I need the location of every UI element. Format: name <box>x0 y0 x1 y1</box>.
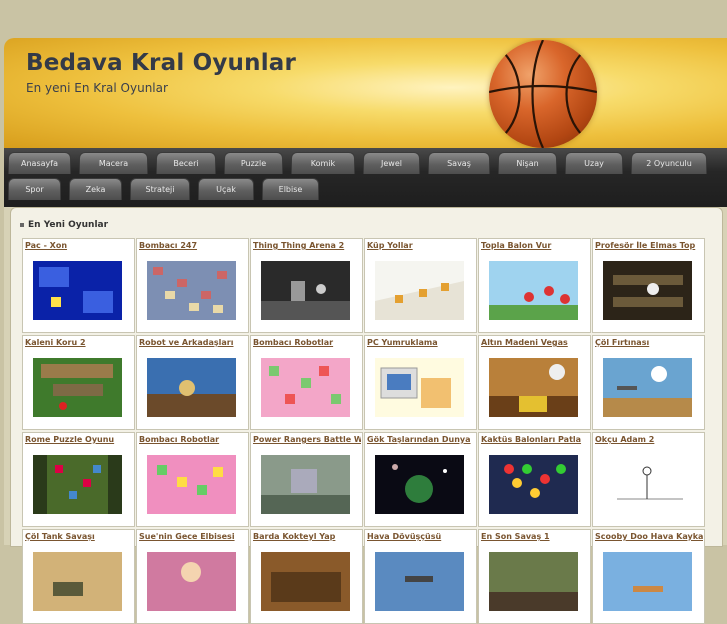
nav-tab-puzzle[interactable]: Puzzle <box>224 152 283 174</box>
nav-tab-anasayfa[interactable]: Anasayfa <box>8 152 71 174</box>
gok-taslari-thumbnail[interactable] <box>375 455 464 514</box>
okcu-adam-thumbnail[interactable] <box>603 455 692 514</box>
game-card[interactable]: Bombacı Robotlar <box>250 335 363 430</box>
game-card[interactable]: Çöl Tank Savaşı <box>22 529 135 624</box>
profesor-elmas-thumbnail[interactable] <box>603 261 692 320</box>
nav-tab-elbise[interactable]: Elbise <box>262 178 319 200</box>
game-title-link[interactable]: Rome Puzzle Oyunu <box>25 435 133 444</box>
section-title: En Yeni Oyunlar <box>20 220 108 230</box>
pc-yumruklama-thumbnail[interactable] <box>375 358 464 417</box>
game-card[interactable]: Thing Thing Arena 2 <box>250 238 363 333</box>
game-title-link[interactable]: Scooby Doo Hava Kaykayı <box>595 532 703 541</box>
game-card[interactable]: Kaktüs Balonları Patla <box>478 432 591 527</box>
site-subtitle: En yeni En Kral Oyunlar <box>26 81 168 95</box>
barda-kokteyl-thumbnail[interactable] <box>261 552 350 611</box>
power-rangers-thumbnail[interactable] <box>261 455 350 514</box>
nav-tab-komik[interactable]: Komik <box>291 152 355 174</box>
sue-elbise-thumbnail[interactable] <box>147 552 236 611</box>
col-tank-thumbnail[interactable] <box>33 552 122 611</box>
game-card[interactable]: Bombacı Robotlar <box>136 432 249 527</box>
game-title-link[interactable]: Hava Dövüşçüsü <box>367 532 475 541</box>
game-title-link[interactable]: Altın Madeni Vegas <box>481 338 589 347</box>
nav-tab-strateji[interactable]: Strateji <box>130 178 190 200</box>
bullet-icon <box>20 222 24 227</box>
game-title-link[interactable]: Power Rangers Battle Wor <box>253 435 361 444</box>
game-card[interactable]: Topla Balon Vur <box>478 238 591 333</box>
en-son-savas-thumbnail[interactable] <box>489 552 578 611</box>
game-card[interactable]: En Son Savaş 1 <box>478 529 591 624</box>
game-card[interactable]: Kaleni Koru 2 <box>22 335 135 430</box>
game-title-link[interactable]: Profesör İle Elmas Top <box>595 241 703 250</box>
game-title-link[interactable]: Sue'nin Gece Elbisesi <box>139 532 247 541</box>
nav-row-1: Anasayfa Macera Beceri Puzzle Komik Jewel Sava… <box>8 152 715 174</box>
game-title-link[interactable]: Bombacı 247 <box>139 241 247 250</box>
game-card[interactable]: Küp Yollar <box>364 238 477 333</box>
bombaci-247-thumbnail[interactable] <box>147 261 236 320</box>
basketball-image <box>489 40 597 148</box>
game-card[interactable]: Bombacı 247 <box>136 238 249 333</box>
game-title-link[interactable]: Çöl Tank Savaşı <box>25 532 133 541</box>
topla-balon-vur-thumbnail[interactable] <box>489 261 578 320</box>
section-title-text: En Yeni Oyunlar <box>28 220 109 230</box>
game-card[interactable]: Barda Kokteyl Yap <box>250 529 363 624</box>
game-title-link[interactable]: Barda Kokteyl Yap <box>253 532 361 541</box>
scooby-doo-thumbnail[interactable] <box>603 552 692 611</box>
rome-puzzle-thumbnail[interactable] <box>33 455 122 514</box>
game-card[interactable]: Rome Puzzle Oyunu <box>22 432 135 527</box>
main-navigation: Anasayfa Macera Beceri Puzzle Komik Jewel Sava… <box>4 148 727 207</box>
nav-tab-jewel[interactable]: Jewel <box>363 152 420 174</box>
game-card[interactable]: Gök Taşlarından Dunya <box>364 432 477 527</box>
game-card[interactable]: PC Yumruklama <box>364 335 477 430</box>
hava-dovuscusu-thumbnail[interactable] <box>375 552 464 611</box>
nav-tab-ni-an[interactable]: Nişan <box>498 152 557 174</box>
game-title-link[interactable]: PC Yumruklama <box>367 338 475 347</box>
thing-thing-arena-thumbnail[interactable] <box>261 261 350 320</box>
game-card[interactable]: Pac - Xon <box>22 238 135 333</box>
pac-xon-thumbnail[interactable] <box>33 261 122 320</box>
game-card[interactable]: Profesör İle Elmas Top <box>592 238 705 333</box>
col-firtinasi-thumbnail[interactable] <box>603 358 692 417</box>
game-card[interactable]: Sue'nin Gece Elbisesi <box>136 529 249 624</box>
kup-yollar-thumbnail[interactable] <box>375 261 464 320</box>
nav-tab-spor[interactable]: Spor <box>8 178 61 200</box>
game-title-link[interactable]: Gök Taşlarından Dunya <box>367 435 475 444</box>
game-card[interactable]: Çöl Fırtınası <box>592 335 705 430</box>
nav-tab-uzay[interactable]: Uzay <box>565 152 623 174</box>
bombaci-robotlar-thumbnail[interactable] <box>261 358 350 417</box>
game-title-link[interactable]: Küp Yollar <box>367 241 475 250</box>
site-title[interactable]: Bedava Kral Oyunlar <box>26 50 296 76</box>
game-card[interactable]: Scooby Doo Hava Kaykayı <box>592 529 705 624</box>
game-title-link[interactable]: Pac - Xon <box>25 241 133 250</box>
nav-tab-2-oyunculu[interactable]: 2 Oyunculu <box>631 152 707 174</box>
game-title-link[interactable]: Topla Balon Vur <box>481 241 589 250</box>
game-title-link[interactable]: Okçu Adam 2 <box>595 435 703 444</box>
game-title-link[interactable]: Kaktüs Balonları Patla <box>481 435 589 444</box>
robot-arkadaslari-thumbnail[interactable] <box>147 358 236 417</box>
game-title-link[interactable]: Kaleni Koru 2 <box>25 338 133 347</box>
game-title-link[interactable]: Bombacı Robotlar <box>253 338 361 347</box>
bombaci-robotlar-2-thumbnail[interactable] <box>147 455 236 514</box>
game-title-link[interactable]: Çöl Fırtınası <box>595 338 703 347</box>
game-card[interactable]: Power Rangers Battle Wor <box>250 432 363 527</box>
game-title-link[interactable]: Bombacı Robotlar <box>139 435 247 444</box>
game-title-link[interactable]: Robot ve Arkadaşları <box>139 338 247 347</box>
game-card[interactable]: Robot ve Arkadaşları <box>136 335 249 430</box>
game-title-link[interactable]: Thing Thing Arena 2 <box>253 241 361 250</box>
kaleni-koru-thumbnail[interactable] <box>33 358 122 417</box>
nav-tab-u-ak[interactable]: Uçak <box>198 178 254 200</box>
page: Bedava Kral Oyunlar En yeni En Kral Oyun… <box>4 38 727 624</box>
altin-madeni-thumbnail[interactable] <box>489 358 578 417</box>
game-title-link[interactable]: En Son Savaş 1 <box>481 532 589 541</box>
nav-tab-macera[interactable]: Macera <box>79 152 148 174</box>
nav-tab-zeka[interactable]: Zeka <box>69 178 122 200</box>
nav-row-2: Spor Zeka Strateji Uçak Elbise <box>8 178 327 200</box>
game-card[interactable]: Hava Dövüşçüsü <box>364 529 477 624</box>
nav-tab-sava-[interactable]: Savaş <box>428 152 490 174</box>
kaktus-balonlari-thumbnail[interactable] <box>489 455 578 514</box>
site-header: Bedava Kral Oyunlar En yeni En Kral Oyun… <box>4 38 727 148</box>
content-area: En Yeni Oyunlar Pac - Xon Bombacı 247 Thin… <box>10 207 723 624</box>
game-card[interactable]: Altın Madeni Vegas <box>478 335 591 430</box>
game-card[interactable]: Okçu Adam 2 <box>592 432 705 527</box>
nav-tab-beceri[interactable]: Beceri <box>156 152 216 174</box>
